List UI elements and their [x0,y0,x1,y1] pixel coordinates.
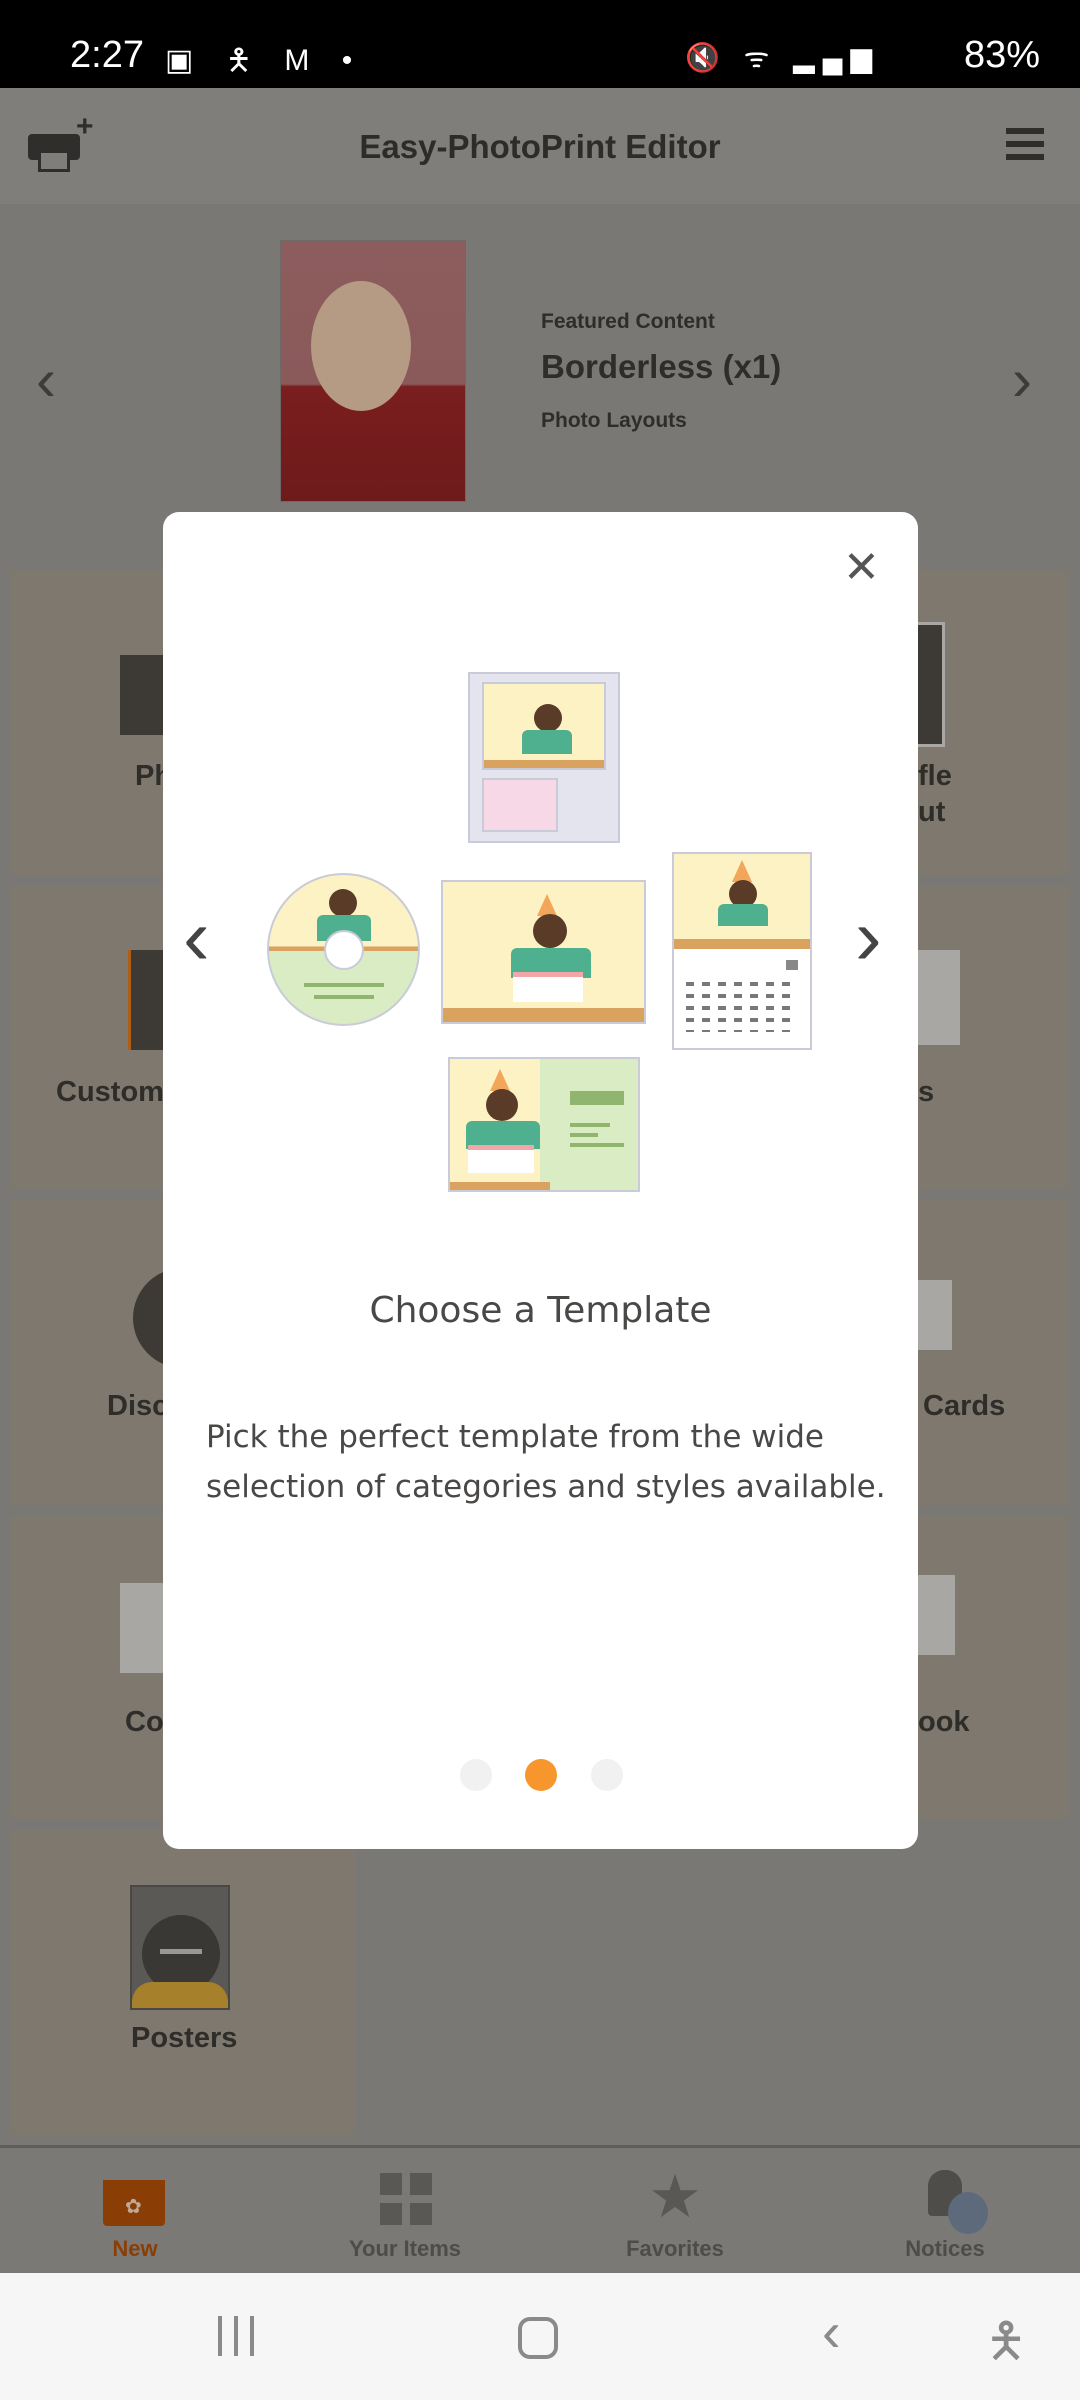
featured-image[interactable] [280,240,466,502]
tile-label: Disc [107,1390,169,1422]
tile-label: ut [918,796,946,828]
layout-template-illustration [468,672,620,843]
featured-prev-chevron[interactable]: ‹ [36,345,56,414]
nav-favorites-label: Favorites [626,2236,724,2261]
tile-label: s [918,1076,935,1108]
nav-your-items[interactable]: Your Items [270,2148,540,2276]
battery-level: 83% [963,34,1040,76]
notification-icons: ▣ 🯅 M • [165,44,365,77]
photo-template-illustration [441,880,646,1024]
nav-new[interactable]: ✿ New [0,2148,270,2276]
featured-category: Photo Layouts [541,409,687,432]
page-indicator-dot-2-active[interactable] [525,1759,557,1791]
nav-your-items-label: Your Items [348,2236,462,2261]
status-bar: 2:27 ▣ 🯅 M • 🔇 ᯤ ▂▄▆ 83% [0,0,1080,88]
business-card-template-illustration [448,1057,640,1192]
accessibility-icon[interactable]: 🯅 [985,2307,1027,2388]
notification-badge [948,2192,988,2234]
grid-icon [380,2173,432,2225]
tile-label: fle [918,760,952,792]
page-indicator-dot-1[interactable] [460,1759,492,1791]
close-icon[interactable]: ✕ [843,542,880,593]
nav-notices-label: Notices [905,2236,985,2261]
featured-kicker: Featured Content [541,310,715,333]
dialog-description: Pick the perfect template from the wide … [206,1419,886,1505]
posters-thumbnail [130,1885,230,2010]
menu-icon[interactable] [1006,128,1044,160]
back-icon[interactable]: ‹ [822,2299,841,2364]
onboarding-dialog: ✕ ‹ › Choose a Template Pick the perfect… [163,512,918,1849]
tile-label: Co [125,1706,164,1738]
system-navigation-bar: ‹ 🯅 [0,2273,1080,2400]
star-icon: ★ [648,2163,702,2230]
tile-label-posters: Posters [131,2022,238,2054]
prev-page-chevron[interactable]: ‹ [183,897,210,977]
dialog-title: Choose a Template [369,1290,712,1331]
tile-label: Cards [923,1390,1006,1422]
nav-new-label: New [112,2236,158,2261]
app-header: + Easy-PhotoPrint Editor [0,88,1080,204]
bottom-navigation: ✿ New Your Items ★ Favorites Notices [0,2145,1080,2273]
tile-thumbnail [128,950,168,1050]
tile-label: Custom [56,1076,164,1108]
system-status-icons: 🔇 ᯤ ▂▄▆ [685,42,880,73]
status-time: 2:27 [70,34,144,76]
new-icon: ✿ [103,2174,165,2226]
recent-apps-icon[interactable] [218,2316,254,2356]
disc-template-illustration [267,873,420,1026]
nav-notices[interactable]: Notices [810,2148,1080,2276]
featured-title[interactable]: Borderless (x1) [541,348,781,386]
calendar-template-illustration [672,852,812,1050]
nav-favorites[interactable]: ★ Favorites [540,2148,810,2276]
featured-next-chevron[interactable]: › [1012,345,1032,414]
tile-label: ook [918,1706,970,1738]
app-title: Easy-PhotoPrint Editor [359,128,721,165]
home-icon[interactable] [518,2317,558,2359]
page-indicator-dot-3[interactable] [591,1759,623,1791]
next-page-chevron[interactable]: › [855,897,882,977]
